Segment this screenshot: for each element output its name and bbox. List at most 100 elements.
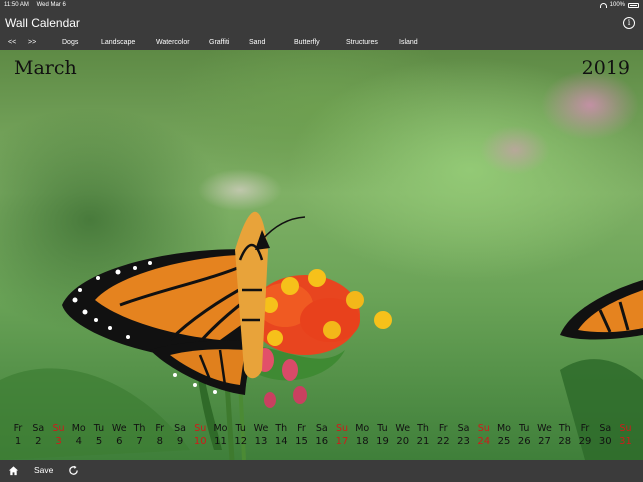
month-label: March xyxy=(14,57,77,79)
calendar-day: Fr 1 xyxy=(8,422,28,448)
day-date: 3 xyxy=(55,436,62,447)
day-name: Su xyxy=(619,423,632,434)
nav-butterfly[interactable]: Butterfly xyxy=(294,36,320,50)
day-name: Su xyxy=(335,423,349,434)
year-label: 2019 xyxy=(581,57,630,79)
calendar-day: Fr 15 xyxy=(292,422,312,448)
calendar-day: Su 10 xyxy=(190,422,210,448)
calendar-day: We 13 xyxy=(251,422,271,448)
day-date: 28 xyxy=(558,436,572,447)
day-name: Sa xyxy=(599,423,612,434)
status-left: 11:50 AM Wed Mar 6 xyxy=(4,0,72,11)
day-date: 2 xyxy=(35,436,42,447)
day-name: We xyxy=(253,423,269,434)
calendar-day: Th 21 xyxy=(413,422,433,448)
flower-cluster xyxy=(250,269,392,408)
day-date: 22 xyxy=(436,436,450,447)
day-date: 21 xyxy=(416,436,430,447)
status-right: 100% xyxy=(599,0,639,11)
day-date: 7 xyxy=(136,436,143,447)
calendar-day: Sa 16 xyxy=(312,422,332,448)
info-button[interactable]: i xyxy=(623,17,635,29)
day-date: 8 xyxy=(156,436,163,447)
calendar-day: Mo 4 xyxy=(69,422,89,448)
day-date: 6 xyxy=(116,436,123,447)
calendar-day: Mo 11 xyxy=(211,422,231,448)
status-time: 11:50 AM xyxy=(4,2,29,8)
day-date: 16 xyxy=(315,436,329,447)
day-name: Th xyxy=(275,423,288,434)
nav-dogs[interactable]: Dogs xyxy=(62,36,78,50)
day-name: Su xyxy=(477,423,490,434)
nav-structures[interactable]: Structures xyxy=(346,36,378,50)
calendar-photo: March 2019 Fr 1 Sa 2 Su 3 Mo 4 Tu 5 We 6 Th 7 Fr 8 Sa 9 Su… xyxy=(0,50,643,460)
day-date: 13 xyxy=(254,436,268,447)
day-date: 11 xyxy=(214,436,227,447)
calendar-day: Fr 22 xyxy=(433,422,453,448)
calendar-day: Mo 18 xyxy=(352,422,372,448)
butterfly-photo xyxy=(0,211,643,460)
day-name: Sa xyxy=(457,423,470,434)
day-name: Fr xyxy=(155,423,165,434)
day-name: Mo xyxy=(71,423,86,434)
day-date: 27 xyxy=(538,436,551,447)
calendar-day: Tu 5 xyxy=(89,422,109,448)
day-date: 17 xyxy=(335,436,349,447)
calendar-day: Th 14 xyxy=(271,422,291,448)
day-name: Mo xyxy=(496,423,511,434)
bottom-toolbar: Save xyxy=(0,460,643,482)
battery-percent: 100% xyxy=(609,2,625,8)
calendar-day: Mo 25 xyxy=(494,422,514,448)
day-date: 29 xyxy=(578,436,592,447)
day-name: Fr xyxy=(580,423,590,434)
day-name: Th xyxy=(133,423,146,434)
calendar-day: Su 24 xyxy=(474,422,494,448)
next-button[interactable]: >> xyxy=(28,36,36,50)
day-name: Sa xyxy=(315,423,328,434)
refresh-icon[interactable] xyxy=(68,465,79,476)
nav-graffiti[interactable]: Graffiti xyxy=(209,36,230,50)
calendar-day: We 6 xyxy=(109,422,129,448)
nav-sand[interactable]: Sand xyxy=(249,36,265,50)
day-date: 4 xyxy=(75,436,82,447)
calendar-day: Sa 30 xyxy=(595,422,615,448)
day-name: Tu xyxy=(93,423,105,434)
status-bar: 11:50 AM Wed Mar 6 100% xyxy=(0,0,643,11)
calendar-day: Tu 19 xyxy=(373,422,393,448)
calendar-day: Fr 8 xyxy=(150,422,170,448)
day-date: 19 xyxy=(376,436,389,447)
day-name: Tu xyxy=(377,423,388,434)
day-date: 26 xyxy=(517,436,531,447)
day-name: Th xyxy=(558,423,571,434)
nav-island[interactable]: Island xyxy=(399,36,418,50)
day-date: 9 xyxy=(176,436,184,447)
category-nav: << >> Dogs Landscape Watercolor Graffiti… xyxy=(0,36,643,50)
nav-watercolor[interactable]: Watercolor xyxy=(156,36,190,50)
wifi-icon xyxy=(599,3,607,8)
day-date: 23 xyxy=(457,436,470,447)
day-name: We xyxy=(537,423,552,434)
day-name: Mo xyxy=(355,423,370,434)
save-button[interactable]: Save xyxy=(34,465,53,475)
day-name: Fr xyxy=(13,423,23,434)
day-date: 15 xyxy=(295,436,308,447)
app-title: Wall Calendar xyxy=(5,16,80,30)
nav-landscape[interactable]: Landscape xyxy=(101,36,135,50)
calendar-day: We 20 xyxy=(393,422,413,448)
butterfly-right xyxy=(560,280,643,340)
day-name: Su xyxy=(52,423,65,434)
day-name: Fr xyxy=(297,423,306,434)
calendar-day: Sa 9 xyxy=(170,422,190,448)
home-icon[interactable] xyxy=(8,465,19,476)
calendar-day: Fr 29 xyxy=(575,422,595,448)
prev-button[interactable]: << xyxy=(8,36,16,50)
day-name: Su xyxy=(194,423,207,434)
day-name: We xyxy=(395,423,411,434)
day-date: 1 xyxy=(14,436,22,447)
calendar-day: Th 7 xyxy=(130,422,150,448)
day-date: 30 xyxy=(598,436,612,447)
calendar-day: Sa 2 xyxy=(28,422,48,448)
day-name: Sa xyxy=(174,423,186,434)
day-date: 18 xyxy=(355,436,369,447)
day-name: Sa xyxy=(32,423,45,434)
